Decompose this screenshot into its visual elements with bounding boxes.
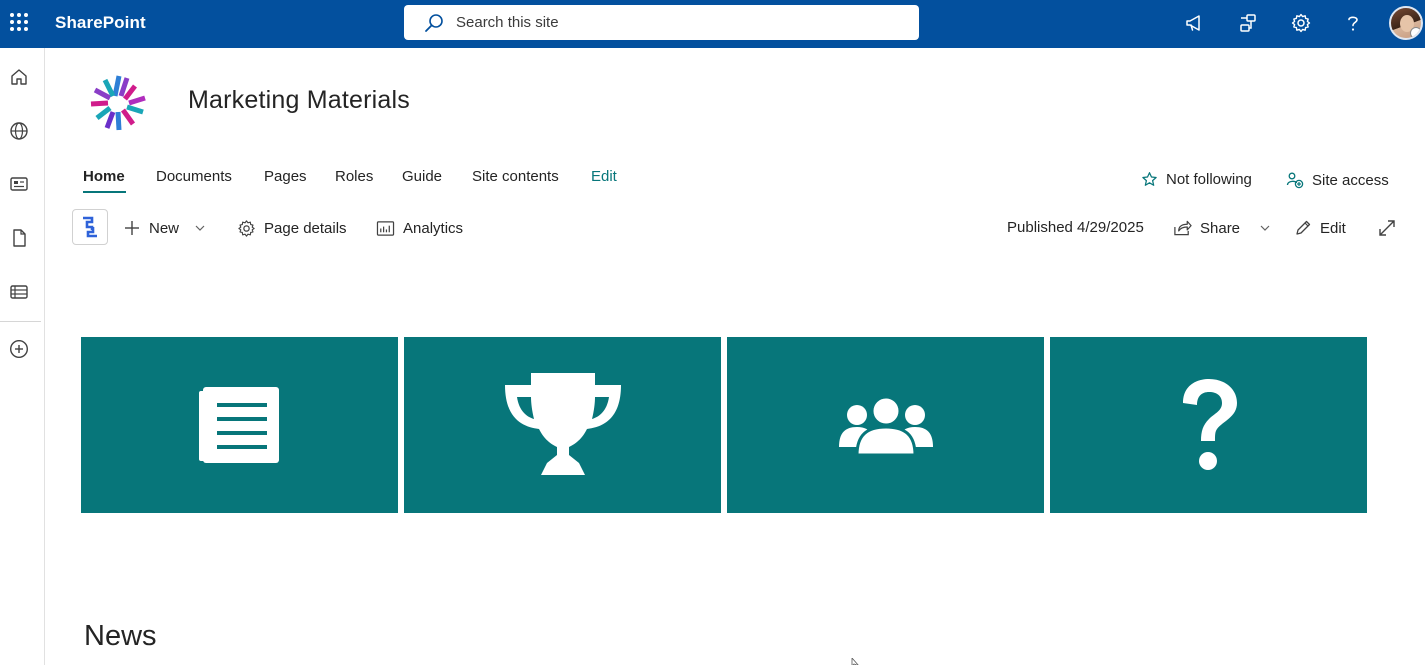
page-details-label: Page details (264, 219, 347, 237)
help-icon[interactable] (1341, 11, 1365, 35)
pencil-icon (1296, 220, 1311, 235)
site-access-button[interactable]: Site access (1286, 171, 1389, 189)
settings-gear-icon[interactable] (1289, 11, 1313, 35)
expand-button[interactable] (1378, 218, 1396, 238)
nav-edit-link[interactable]: Edit (591, 168, 617, 194)
home-icon[interactable] (8, 66, 30, 88)
create-plus-icon[interactable] (8, 338, 30, 360)
nav-active-indicator (83, 191, 126, 193)
site-title[interactable]: Marketing Materials (188, 86, 410, 115)
share-button[interactable]: Share (1173, 218, 1272, 238)
trophy-icon (504, 373, 621, 475)
nav-item-pages[interactable]: Pages (264, 168, 307, 194)
edit-label: Edit (1320, 219, 1346, 237)
rail-divider (0, 321, 41, 322)
list-icon[interactable] (8, 281, 30, 303)
edit-page-button[interactable]: Edit (1294, 218, 1346, 238)
follow-button[interactable]: Not following (1141, 171, 1252, 188)
user-avatar[interactable] (1389, 6, 1423, 40)
search-input[interactable] (456, 11, 896, 33)
newspaper-icon (198, 387, 279, 463)
quick-link-tile[interactable] (81, 337, 398, 513)
published-status: Published 4/29/2025 (1007, 219, 1144, 236)
plus-icon (125, 221, 139, 235)
analytics-chart-icon (376, 220, 395, 236)
new-label: New (149, 219, 180, 237)
network-icon[interactable] (1236, 11, 1260, 35)
settings-gear-icon (238, 219, 255, 237)
question-mark-icon (1182, 379, 1237, 470)
nav-item-guide[interactable]: Guide (402, 168, 442, 194)
expand-icon (1379, 220, 1395, 236)
search-box[interactable] (404, 5, 919, 40)
nav-item-roles[interactable]: Roles (335, 168, 373, 194)
document-icon[interactable] (8, 227, 30, 249)
quick-link-tile[interactable] (727, 337, 1044, 513)
people-access-icon (1286, 172, 1304, 189)
app-bar-logo-button[interactable] (72, 209, 108, 245)
nav-item-site-contents[interactable]: Site contents (472, 168, 559, 194)
quick-link-tile[interactable] (404, 337, 721, 513)
share-label: Share (1200, 219, 1241, 237)
app-bar-logo-icon (83, 216, 97, 238)
left-rail (0, 48, 45, 665)
app-name[interactable]: SharePoint (55, 13, 146, 33)
suite-bar: SharePoint (0, 0, 1425, 48)
analytics-button[interactable]: Analytics (376, 218, 463, 238)
star-icon (1142, 172, 1157, 186)
chevron-down-icon (1260, 225, 1270, 231)
group-icon (838, 395, 933, 455)
presence-badge-icon (1410, 27, 1421, 38)
globe-icon[interactable] (8, 120, 30, 142)
follow-label: Not following (1166, 171, 1252, 188)
chevron-down-icon (195, 225, 205, 231)
page-details-button[interactable]: Page details (237, 218, 347, 238)
site-access-label: Site access (1312, 171, 1389, 189)
mouse-cursor-icon (851, 658, 859, 665)
search-icon (425, 14, 443, 32)
quick-link-tile[interactable] (1050, 337, 1367, 513)
app-launcher-icon[interactable] (9, 12, 29, 32)
nav-item-documents[interactable]: Documents (156, 168, 232, 194)
news-icon[interactable] (8, 173, 30, 195)
share-icon (1174, 220, 1192, 236)
new-button[interactable]: New (123, 218, 207, 238)
site-logo[interactable] (85, 72, 153, 134)
megaphone-icon[interactable] (1183, 11, 1207, 35)
analytics-label: Analytics (403, 219, 464, 237)
news-section-heading: News (84, 620, 157, 652)
